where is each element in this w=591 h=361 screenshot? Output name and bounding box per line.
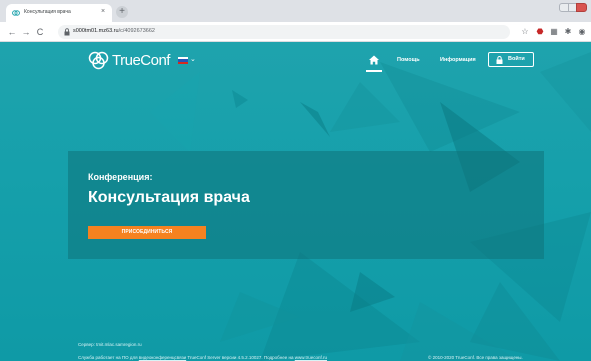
trueconf-page: TrueConf ⌄ Помощь Информация Войти Конфе… (0, 42, 591, 361)
footer-service-prefix: Служба работает на ПО для (78, 355, 139, 360)
url-host: s000tm01.mz63.ru (73, 28, 119, 34)
lock-login-icon (496, 56, 503, 64)
tab-title: Консультация врача (24, 9, 71, 15)
conference-panel: Конференция: Консультация врача ПРИСОЕДИ… (68, 151, 544, 259)
logo-text: TrueConf (112, 52, 170, 69)
tab-close-icon[interactable]: × (101, 8, 105, 16)
nav-info-link[interactable]: Информация (440, 57, 476, 63)
login-label: Войти (508, 56, 525, 62)
conference-title: Консультация врача (88, 189, 250, 206)
url-text: s000tm01.mz63.ru/c/4092673662 (73, 28, 155, 34)
trueconf-logo-icon (88, 51, 109, 70)
browser-tab[interactable]: Консультация врача × (6, 4, 112, 22)
russian-flag-icon (178, 57, 188, 64)
window-controls (559, 3, 587, 12)
active-nav-indicator (366, 70, 382, 72)
footer-service-link[interactable]: видеоконференцсвязи (139, 355, 186, 360)
trueconf-favicon-icon (12, 10, 20, 16)
address-bar[interactable]: s000tm01.mz63.ru/c/4092673662 (58, 25, 510, 39)
footer-site-link[interactable]: www.trueconf.ru (295, 355, 327, 360)
footer-service-middle: TrueConf Server версии 4.5.2.10027. Подр… (186, 355, 295, 360)
browser-tabstrip: Консультация врача × + (0, 0, 591, 22)
home-icon[interactable] (368, 54, 380, 66)
extension-grid-icon[interactable]: ▦ (549, 27, 559, 37)
extensions-puzzle-icon[interactable]: ✱ (563, 27, 573, 37)
nav-help-link[interactable]: Помощь (397, 57, 420, 63)
conference-label: Конференция: (88, 172, 153, 182)
bookmark-star-icon[interactable]: ☆ (520, 27, 530, 37)
lock-icon (64, 28, 70, 36)
forward-arrow-icon[interactable]: → (20, 26, 32, 38)
url-path: /c/4092673662 (118, 28, 155, 34)
login-button[interactable]: Войти (488, 52, 534, 67)
footer-copyright: © 2010-2020 TrueConf. Все права защищены… (428, 355, 523, 360)
site-header: TrueConf ⌄ Помощь Информация Войти (0, 42, 591, 78)
extension-shield-icon[interactable]: ⬣ (535, 27, 545, 37)
reload-icon[interactable]: C (34, 26, 46, 38)
new-tab-button[interactable]: + (116, 6, 128, 18)
language-selector[interactable]: ⌄ (178, 56, 200, 66)
profile-avatar-icon[interactable]: ◉ (577, 27, 587, 37)
footer-service-text: Служба работает на ПО для видеоконференц… (78, 355, 327, 360)
close-window-button[interactable] (576, 3, 587, 12)
join-button[interactable]: ПРИСОЕДИНИТЬСЯ (88, 226, 206, 239)
footer-server: Сервер: tmit.mlac.samregion.ru (78, 342, 142, 347)
back-arrow-icon[interactable]: ← (6, 26, 18, 38)
browser-toolbar: ← → C s000tm01.mz63.ru/c/4092673662 ☆ ⬣ … (0, 22, 591, 42)
chevron-down-icon: ⌄ (190, 56, 196, 63)
